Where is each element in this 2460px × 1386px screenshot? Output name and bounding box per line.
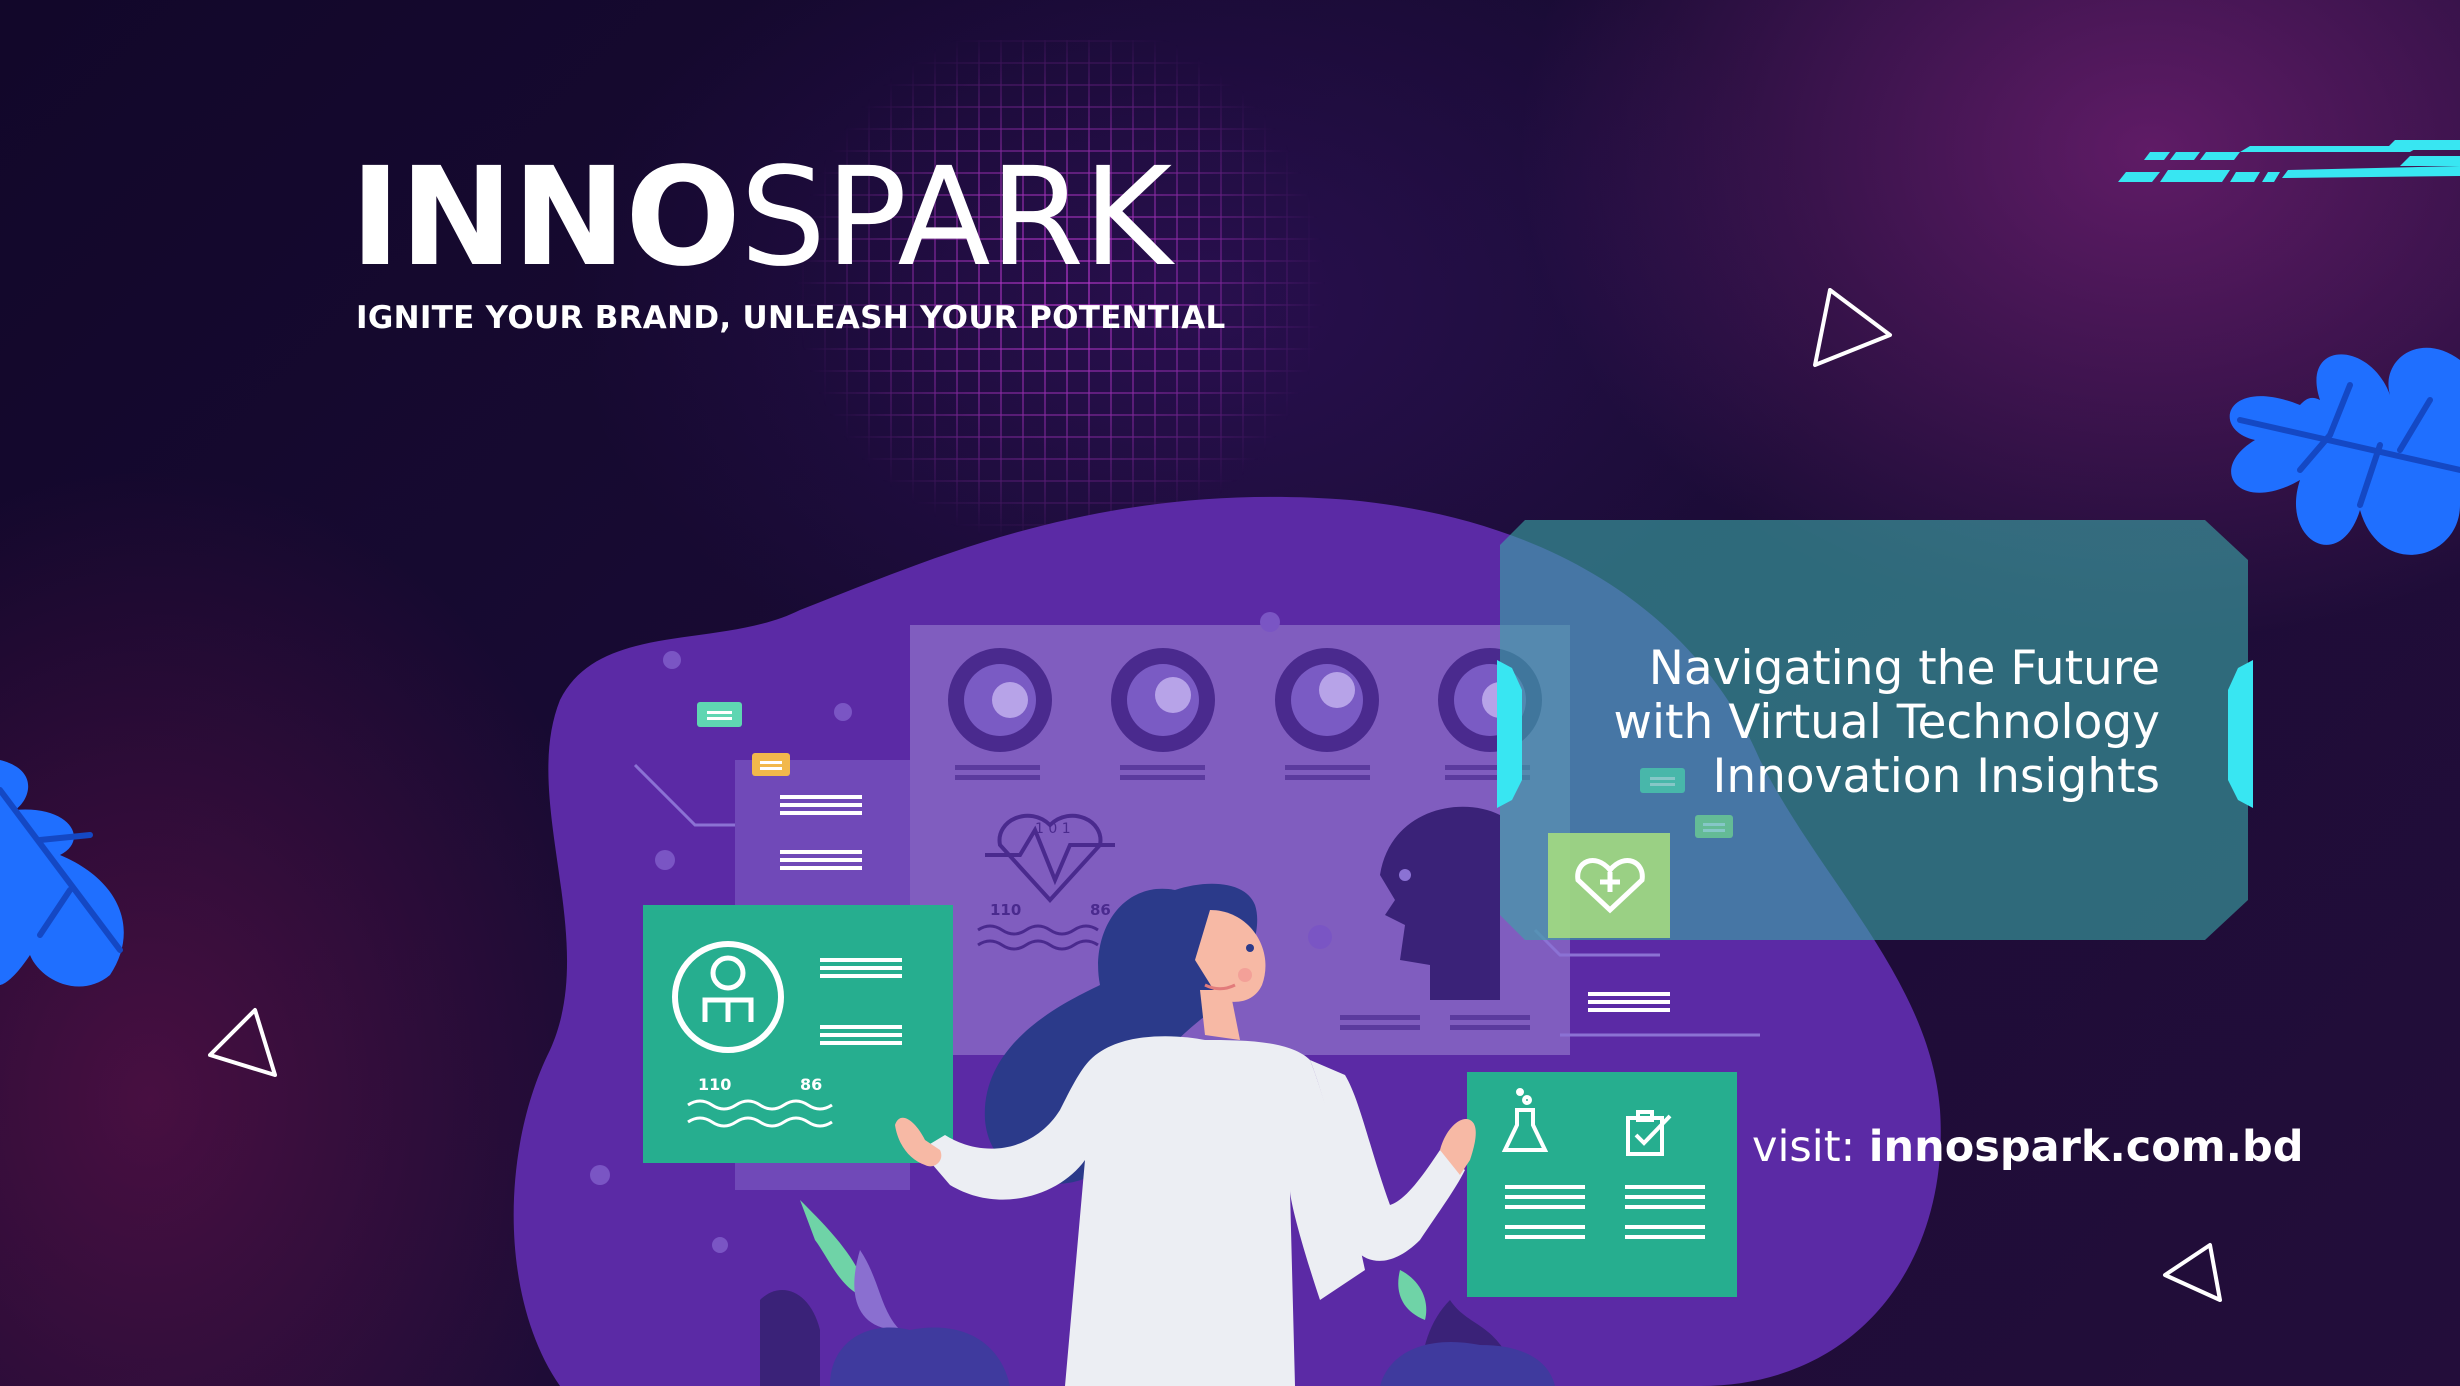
visit-link[interactable]: visit: innospark.com.bd	[1752, 1122, 2304, 1172]
triangle-icon	[1813, 288, 1892, 367]
leaf-icon	[0, 760, 124, 987]
heart-plus-icon	[1548, 833, 1670, 938]
chat-chip	[752, 753, 790, 776]
lab-card	[1467, 1072, 1737, 1297]
card-value-left: 110	[698, 1075, 731, 1094]
headline-line-3: Innovation Insights	[1712, 749, 2160, 804]
screen-value-right: 86	[1090, 901, 1111, 919]
tech-stripes-decoration	[2118, 140, 2460, 182]
triangle-icon	[208, 1008, 277, 1077]
leaf-icon	[2229, 347, 2460, 555]
website-url[interactable]: innospark.com.bd	[1869, 1122, 2304, 1172]
heart-rate-label: 1 0 1	[1035, 821, 1071, 837]
chat-chip	[697, 702, 742, 727]
card-value-right: 86	[800, 1075, 822, 1094]
triangle-icon	[2163, 1243, 2222, 1302]
visit-label: visit:	[1752, 1122, 1869, 1172]
screen-value-left: 110	[990, 901, 1021, 919]
headline: Navigating the Future with Virtual Techn…	[1560, 642, 2160, 804]
headline-line-1: Navigating the Future	[1648, 641, 2160, 696]
headline-line-2: with Virtual Technology	[1613, 695, 2160, 750]
banner: INNOSPARK IGNITE YOUR BRAND, UNLEASH YOU…	[0, 0, 2460, 1386]
